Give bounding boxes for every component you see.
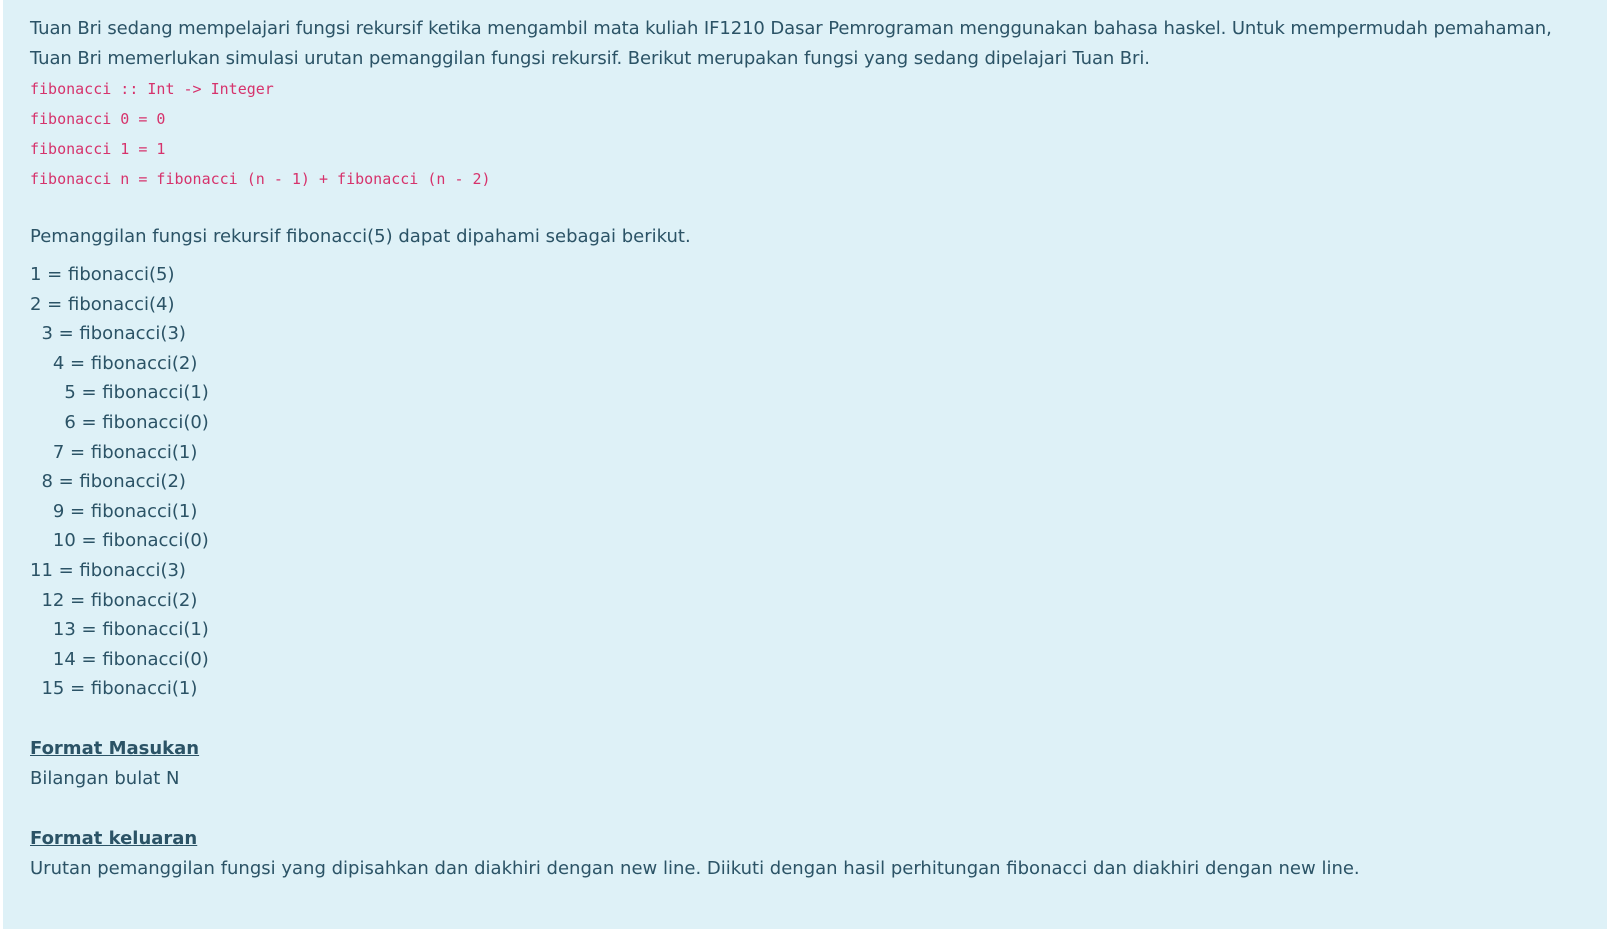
call-line: 3 = fibonacci(3) bbox=[30, 323, 186, 345]
call-line: 11 = fibonacci(3) bbox=[30, 559, 186, 581]
code-line: fibonacci 1 = 1 bbox=[30, 140, 166, 158]
input-format-text: Bilangan bulat N bbox=[30, 767, 180, 789]
code-line: fibonacci 0 = 0 bbox=[30, 110, 166, 128]
code-line: fibonacci :: Int -> Integer bbox=[30, 80, 274, 98]
call-line: 4 = fibonacci(2) bbox=[30, 352, 198, 374]
call-line: 14 = fibonacci(0) bbox=[30, 648, 209, 670]
call-line: 10 = fibonacci(0) bbox=[30, 530, 209, 552]
code-line: fibonacci n = fibonacci (n - 1) + fibona… bbox=[30, 170, 491, 188]
call-line: 6 = fibonacci(0) bbox=[30, 411, 209, 433]
problem-statement-panel: Tuan Bri sedang mempelajari fungsi rekur… bbox=[3, 0, 1607, 929]
output-format-text: Urutan pemanggilan fungsi yang dipisahka… bbox=[30, 857, 1360, 879]
call-line: 9 = fibonacci(1) bbox=[30, 500, 198, 522]
intro-paragraph: Tuan Bri sedang mempelajari fungsi rekur… bbox=[30, 18, 1552, 69]
call-line: 7 = fibonacci(1) bbox=[30, 441, 198, 463]
call-line: 1 = fibonacci(5) bbox=[30, 264, 175, 285]
call-line: 13 = fibonacci(1) bbox=[30, 619, 209, 641]
calls-intro-text: Pemanggilan fungsi rekursif fibonacci(5)… bbox=[30, 226, 691, 247]
call-line: 8 = fibonacci(2) bbox=[30, 471, 186, 493]
call-line: 5 = fibonacci(1) bbox=[30, 382, 209, 404]
call-sequence-list: 1 = fibonacci(5) 2 = fibonacci(4) 3 = fi… bbox=[30, 260, 1607, 704]
call-line: 15 = fibonacci(1) bbox=[30, 678, 198, 700]
output-format-heading: Format keluaran bbox=[30, 827, 198, 849]
code-block: fibonacci :: Int -> Integer fibonacci 0 … bbox=[30, 74, 1607, 194]
input-format-heading: Format Masukan bbox=[30, 737, 200, 759]
call-line: 2 = fibonacci(4) bbox=[30, 293, 175, 315]
call-line: 12 = fibonacci(2) bbox=[30, 589, 198, 611]
